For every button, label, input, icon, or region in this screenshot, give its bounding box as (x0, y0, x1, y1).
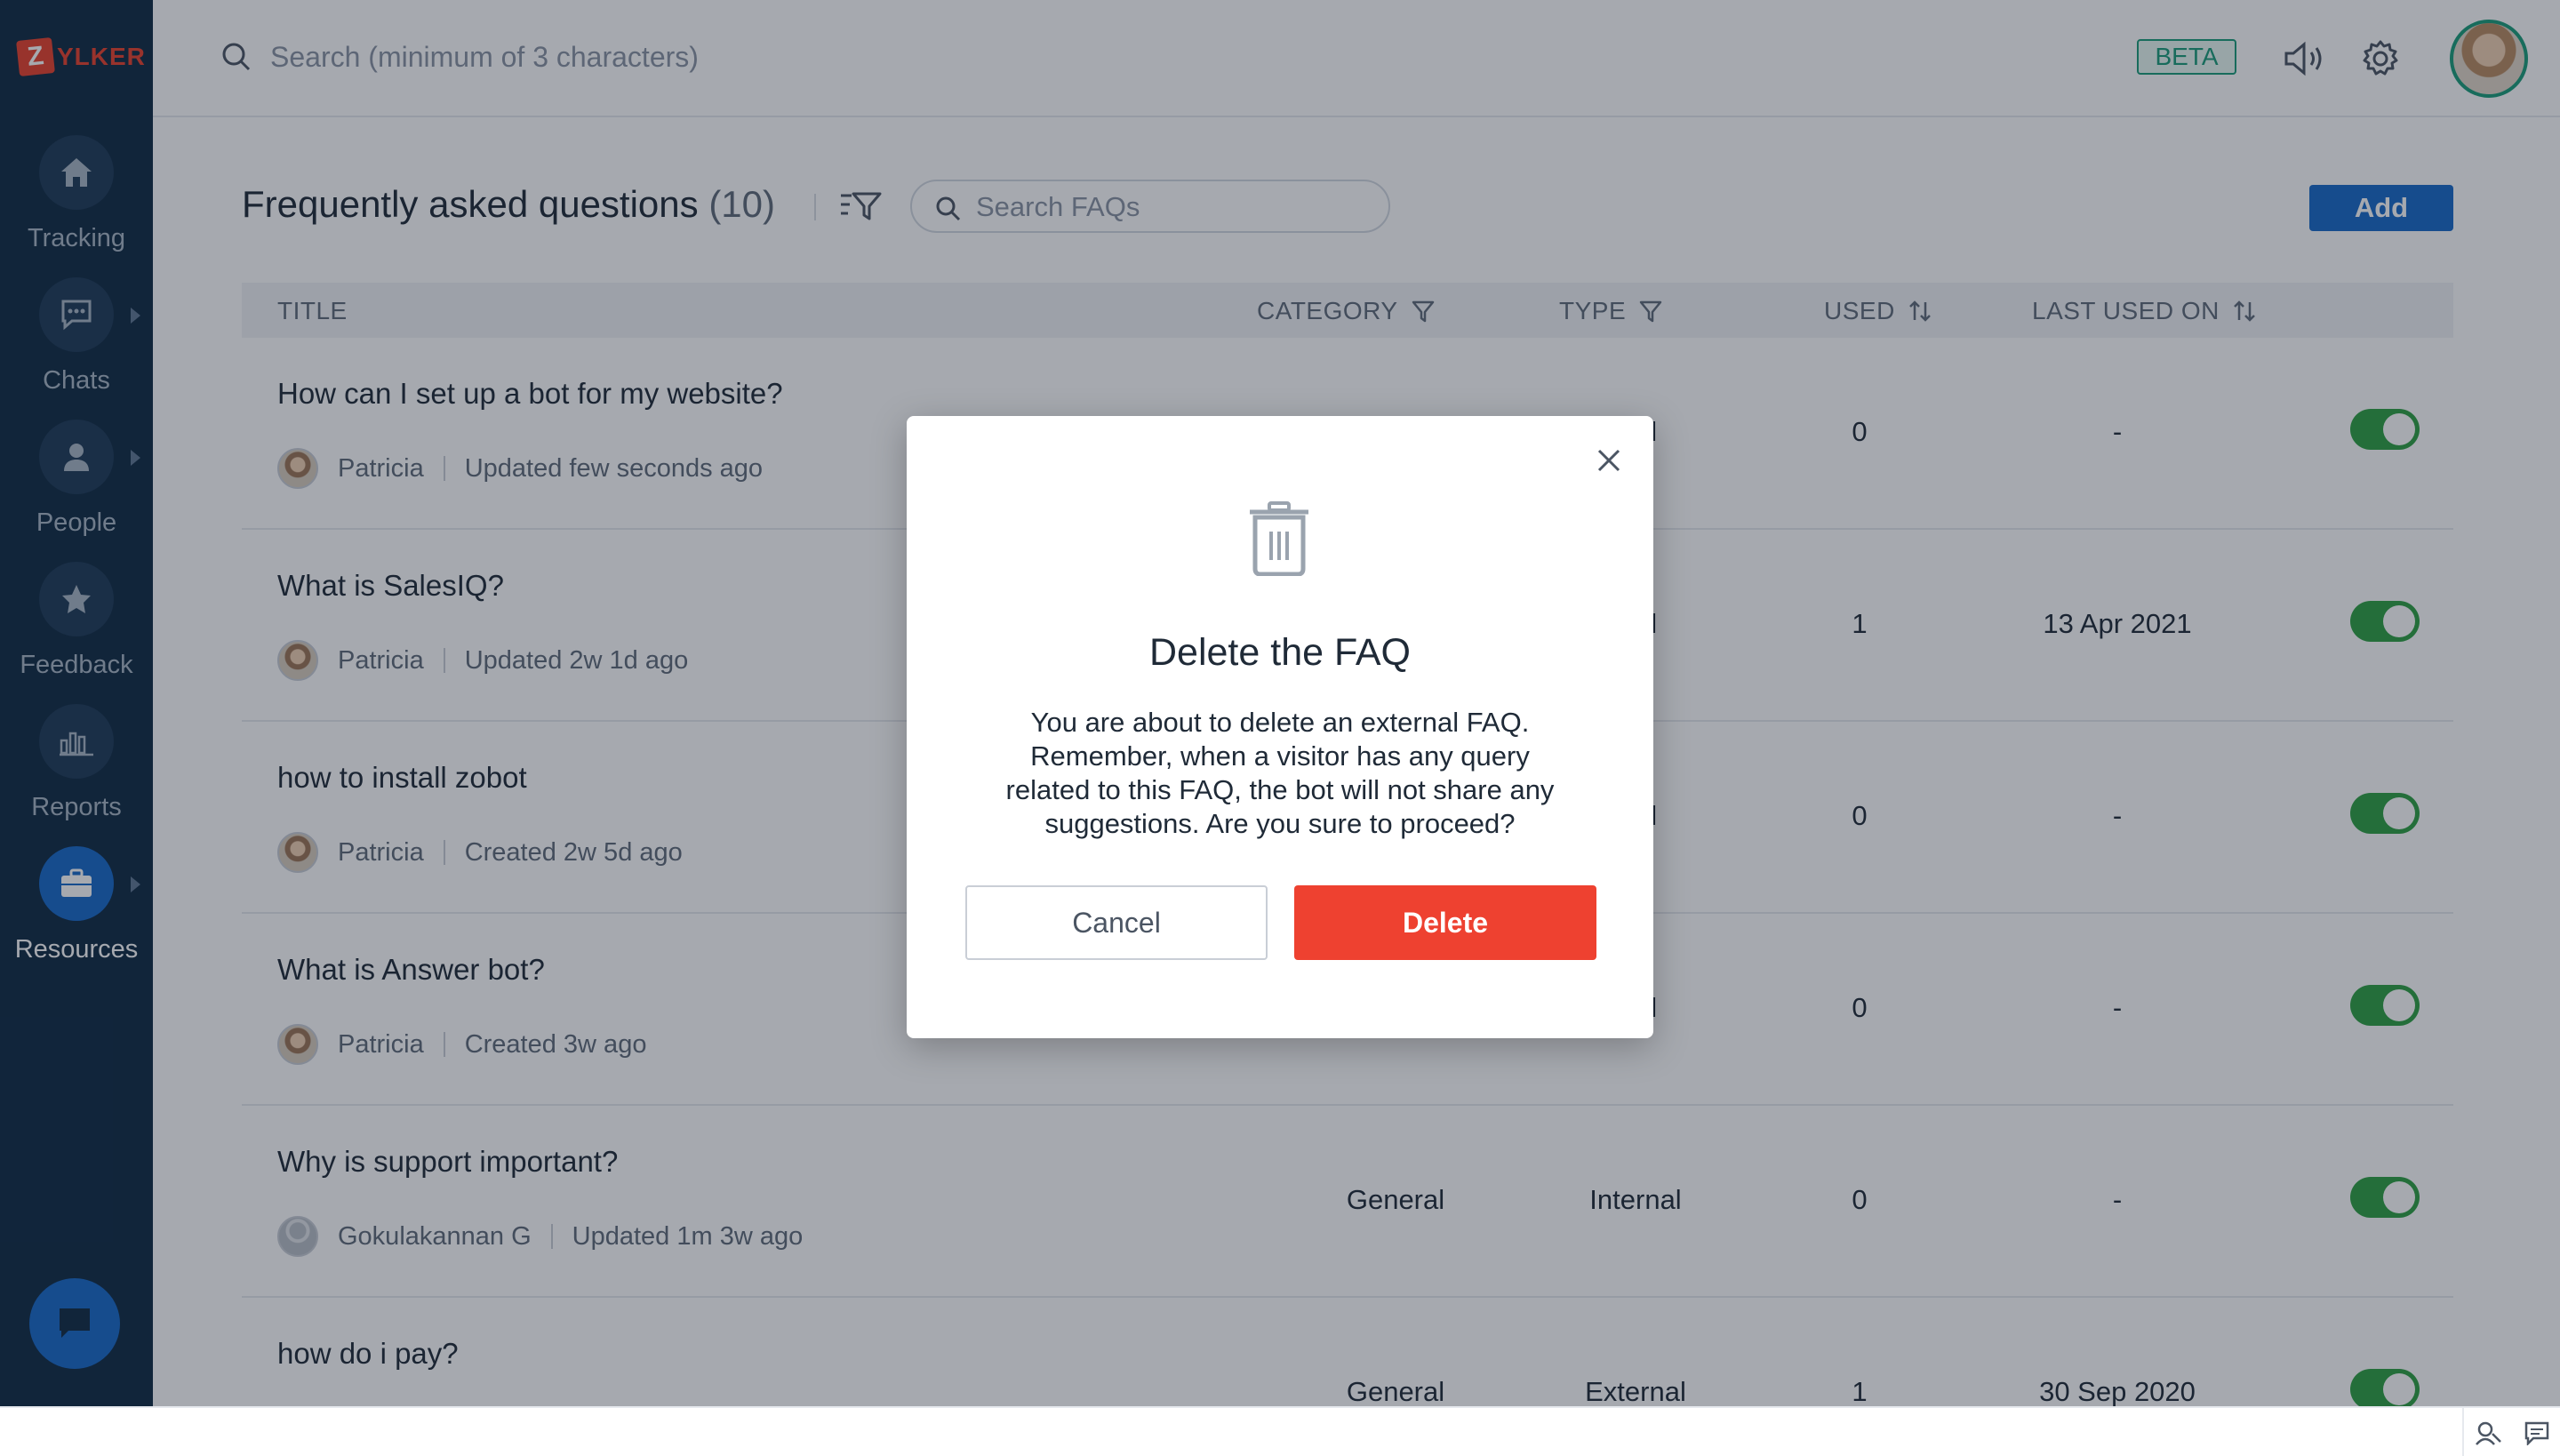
cancel-button[interactable]: Cancel (965, 885, 1268, 960)
delete-faq-dialog: Delete the FAQ You are about to delete a… (907, 416, 1653, 1038)
delete-button[interactable]: Delete (1294, 885, 1596, 960)
dialog-message: You are about to delete an external FAQ.… (1005, 707, 1555, 839)
visitors-icon[interactable] (2475, 1420, 2503, 1446)
trash-icon (1250, 501, 1308, 576)
bottom-bar (0, 1406, 2560, 1456)
dialog-title: Delete the FAQ (1149, 631, 1411, 674)
message-icon[interactable] (2524, 1420, 2550, 1445)
bottom-icons (2462, 1408, 2560, 1456)
close-icon[interactable] (1591, 443, 1627, 478)
